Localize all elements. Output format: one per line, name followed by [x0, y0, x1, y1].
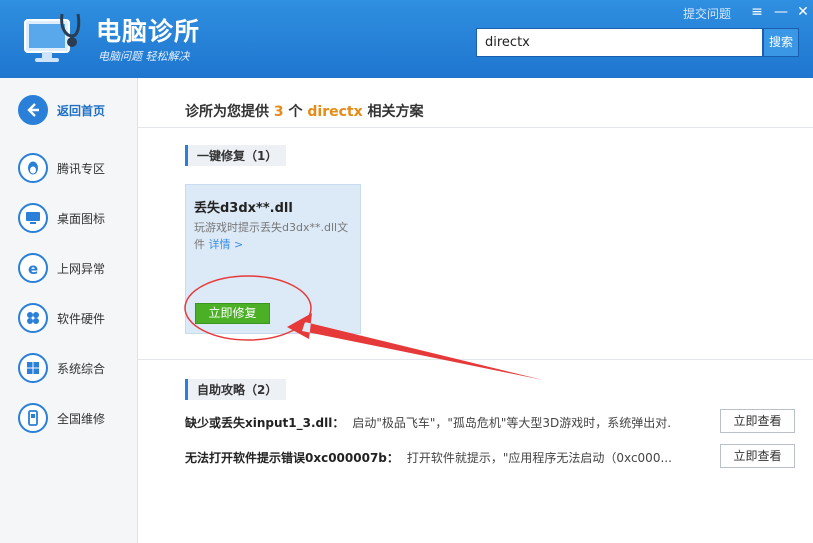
guide-title: 缺少或丢失xinput1_3.dll： — [185, 415, 345, 430]
report-problem-link[interactable]: 提交问题 — [683, 5, 731, 22]
sidebar-item-system[interactable]: 系统综合 — [18, 352, 105, 384]
sidebar-item-label: 全国维修 — [57, 411, 106, 426]
phone-icon — [18, 403, 48, 433]
guide-description: 打开软件就提示，"应用程序无法启动（0xc000... — [406, 450, 672, 465]
app-subtitle: 电脑问题 轻松解决 — [98, 50, 190, 63]
card-description: 玩游戏时提示丢失d3dx**.dll文件 详情 > — [194, 219, 354, 253]
menu-icon[interactable]: ≡ — [746, 2, 768, 22]
sidebar-item-home[interactable]: 返回首页 — [18, 94, 105, 126]
sidebar-item-repair[interactable]: 全国维修 — [18, 402, 105, 434]
search-input[interactable] — [476, 28, 763, 57]
divider — [138, 127, 813, 128]
search-keyword: directx — [307, 104, 363, 120]
divider — [138, 359, 813, 360]
puzzle-icon — [18, 303, 48, 333]
guide-title: 无法打开软件提示错误0xc000007b： — [185, 450, 399, 465]
details-link[interactable]: 详情 > — [209, 238, 244, 251]
title-mid: 个 — [288, 104, 303, 120]
sidebar-item-label: 返回首页 — [57, 103, 106, 118]
monitor-stethoscope-icon — [24, 13, 81, 62]
app-title: 电脑诊所 — [96, 17, 201, 46]
search-button[interactable]: 搜索 — [763, 28, 799, 57]
guide-description: 启动"极品飞车"，"孤岛危机"等大型3D游戏时，系统弹出对... — [352, 415, 673, 430]
svg-text:e: e — [28, 260, 38, 277]
sidebar: 返回首页 腾讯专区 桌面图标 e 上网异常 软件硬件 系统综合 全国维修 — [0, 78, 138, 543]
sidebar-item-network[interactable]: e 上网异常 — [18, 252, 105, 284]
qq-penguin-icon — [18, 153, 48, 183]
back-arrow-icon — [18, 95, 48, 125]
ie-browser-icon: e — [18, 253, 48, 283]
sidebar-item-tencent[interactable]: 腾讯专区 — [18, 152, 105, 184]
title-suffix: 相关方案 — [367, 104, 424, 120]
sidebar-item-label: 系统综合 — [57, 361, 106, 376]
sidebar-item-label: 腾讯专区 — [57, 161, 106, 176]
view-now-button[interactable]: 立即查看 — [720, 444, 795, 468]
fix-now-button[interactable]: 立即修复 — [195, 303, 270, 324]
monitor-icon — [18, 203, 48, 233]
card-title: 丢失d3dx**.dll — [194, 201, 293, 216]
self-help-heading: 自助攻略（2） — [185, 379, 287, 400]
title-bar: 电脑诊所 电脑问题 轻松解决 提交问题 ≡ — ✕ 搜索 — [0, 0, 813, 78]
view-now-button[interactable]: 立即查看 — [720, 409, 795, 433]
result-count: 3 — [273, 104, 284, 120]
title-prefix: 诊所为您提供 — [185, 104, 269, 120]
list-item: 无法打开软件提示错误0xc000007b： 打开软件就提示，"应用程序无法启动（… — [185, 444, 795, 470]
list-item: 缺少或丢失xinput1_3.dll： 启动"极品飞车"，"孤岛危机"等大型3D… — [185, 409, 795, 435]
sidebar-item-label: 软件硬件 — [57, 311, 106, 326]
minimize-icon[interactable]: — — [770, 2, 792, 22]
sidebar-item-label: 上网异常 — [57, 261, 106, 276]
sidebar-item-software-hardware[interactable]: 软件硬件 — [18, 302, 105, 334]
one-click-fix-heading: 一键修复（1） — [185, 145, 287, 166]
fix-card: 丢失d3dx**.dll 玩游戏时提示丢失d3dx**.dll文件 详情 > 立… — [185, 184, 361, 334]
windows-icon — [18, 353, 48, 383]
sidebar-item-desktop-icons[interactable]: 桌面图标 — [18, 202, 105, 234]
close-icon[interactable]: ✕ — [792, 2, 813, 22]
sidebar-item-label: 桌面图标 — [57, 211, 106, 226]
page-title: 诊所为您提供 3 个 directx 相关方案 — [185, 101, 424, 121]
